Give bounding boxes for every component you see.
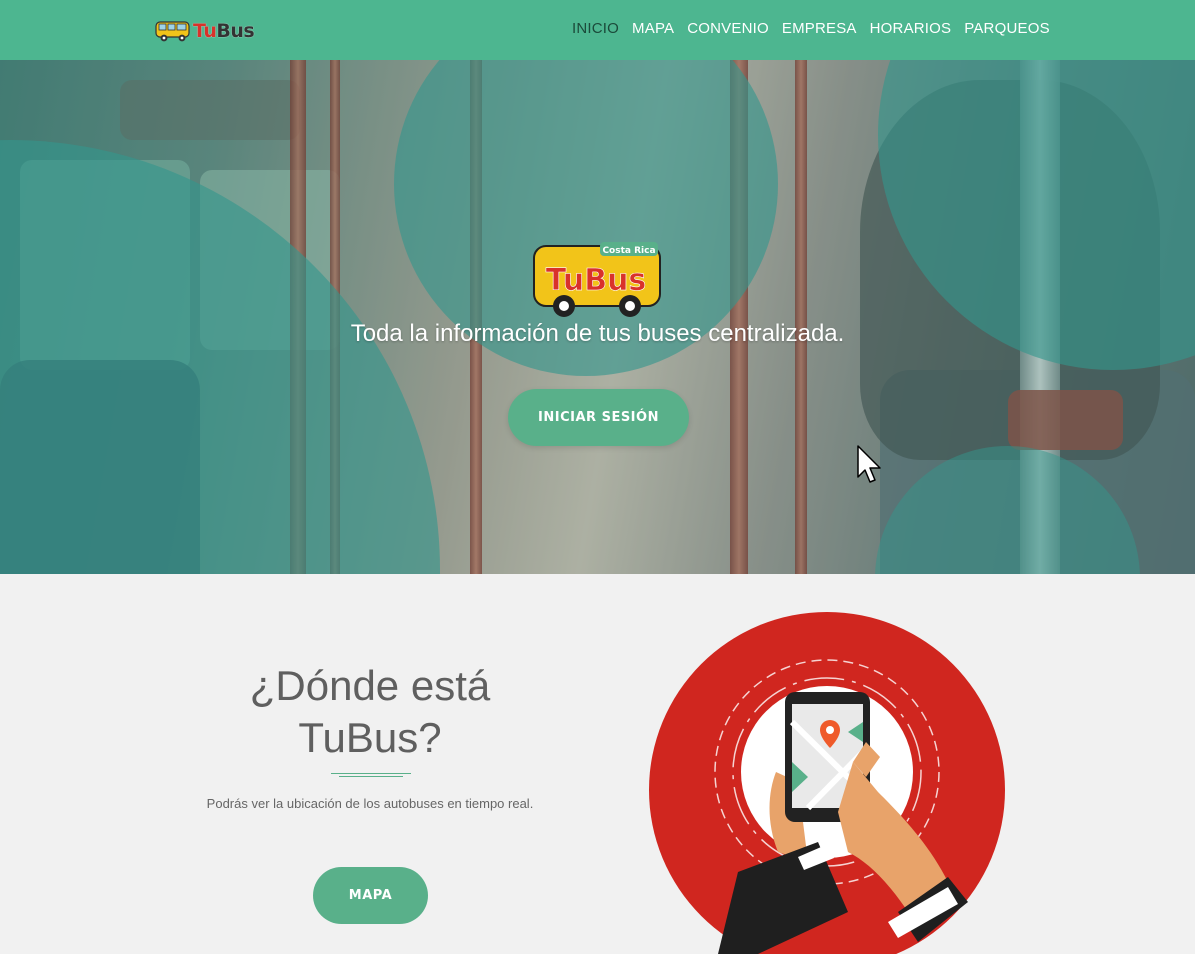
top-navbar: TuBus INICIO MAPA CONVENIO EMPRESA HORAR… [0,0,1195,60]
hero-title: Toda la información de tus buses central… [350,320,845,347]
login-button[interactable]: INICIAR SESIÓN [508,389,689,446]
hero-banner: Costa Rica TuBus Toda la información de … [0,60,1195,574]
mouse-cursor-icon [857,445,881,483]
main-nav: INICIO MAPA CONVENIO EMPRESA HORARIOS PA… [572,20,1050,37]
phone-map-illustration-icon [649,612,1005,954]
nav-item-horarios[interactable]: HORARIOS [870,20,952,37]
nav-item-parqueos[interactable]: PARQUEOS [964,20,1050,37]
map-button[interactable]: MAPA [313,867,428,924]
section-description: Podrás ver la ubicación de los autobuses… [206,796,534,811]
brand-logo[interactable]: TuBus [155,17,255,45]
nav-item-inicio[interactable]: INICIO [572,20,619,37]
nav-item-empresa[interactable]: EMPRESA [782,20,857,37]
nav-item-convenio[interactable]: CONVENIO [687,20,769,37]
nav-item-mapa[interactable]: MAPA [632,20,674,37]
brand-name: TuBus [193,20,255,42]
where-is-bus-section: ¿Dónde está TuBus? Podrás ver la ubicaci… [0,574,1195,954]
bus-logo-icon [155,21,190,42]
section-title: ¿Dónde está TuBus? [249,662,491,761]
title-divider [331,773,411,780]
tubus-hero-logo-icon: Costa Rica TuBus [533,242,661,317]
svg-text:TuBus: TuBus [546,263,647,298]
svg-text:Costa Rica: Costa Rica [602,246,655,256]
